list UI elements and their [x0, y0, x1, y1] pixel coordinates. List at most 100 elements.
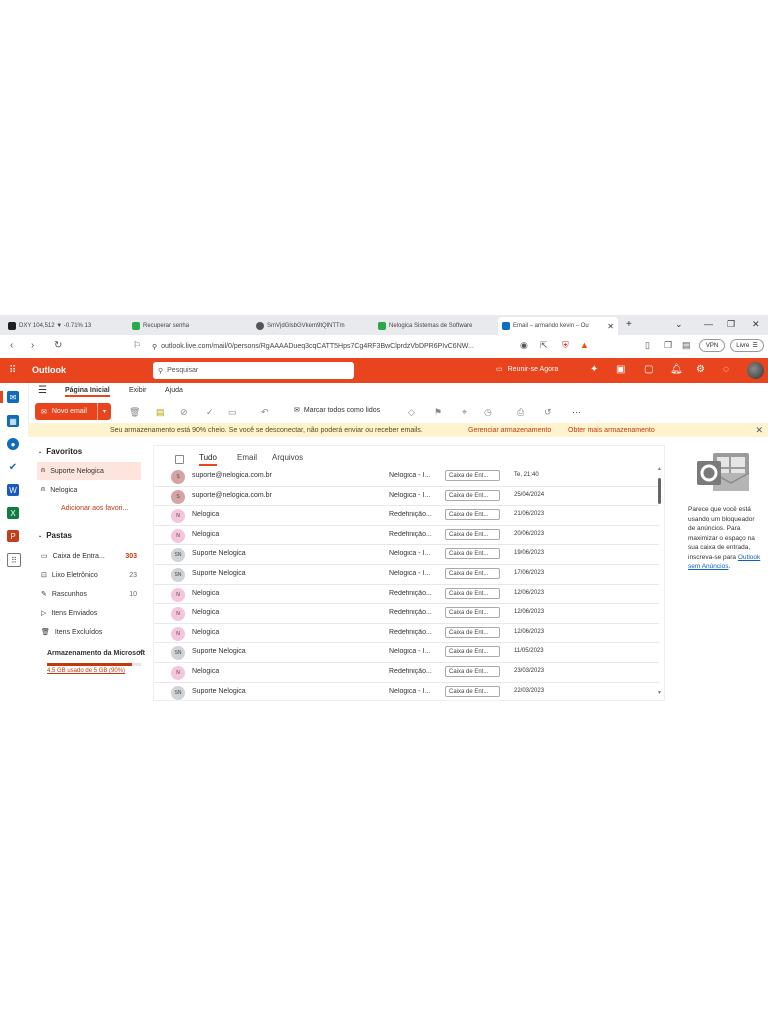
- folder-item-junk[interactable]: ⊡ Lixo Eletrônico 23: [37, 566, 141, 584]
- favorite-item[interactable]: ⍝ Suporte Nelogica: [37, 462, 141, 480]
- folder-item-drafts[interactable]: ✎ Rascunhos 10: [37, 585, 141, 603]
- sweep-icon[interactable]: ✓: [206, 407, 214, 418]
- message-row[interactable]: N Nelogica Redefinição... Caixa de Ent... 21…: [154, 506, 659, 526]
- tab-view[interactable]: Exibir: [129, 387, 147, 394]
- select-all-checkbox[interactable]: [175, 455, 184, 464]
- tab-list-icon[interactable]: ⌄: [675, 319, 683, 330]
- favorite-item[interactable]: ⍝ Nelogica: [37, 481, 141, 499]
- folder-chip[interactable]: Caixa de Ent...: [445, 607, 500, 619]
- vpn-button[interactable]: VPN: [699, 339, 725, 352]
- storage-used-link[interactable]: 4,5 GB usado de 5 GB (90%): [47, 668, 147, 674]
- browser-tab[interactable]: SmVjdGlsbGVkem9tQlNTTm: [252, 317, 370, 335]
- message-row[interactable]: Ssuporte@nelogica.com.br Nelogica - I... C…: [154, 487, 659, 507]
- pin-icon[interactable]: ⌖: [462, 407, 467, 418]
- chevron-down-icon[interactable]: ▾: [97, 403, 111, 420]
- mark-all-read-button[interactable]: ✉ Marcar todos como lidos: [294, 406, 380, 415]
- new-email-button[interactable]: ✉ Novo email ▾: [35, 403, 111, 420]
- folder-chip[interactable]: Caixa de Ent...: [445, 685, 500, 697]
- my-day-icon[interactable]: ▢: [644, 364, 653, 375]
- folder-chip[interactable]: Caixa de Ent...: [445, 568, 500, 579]
- tab-files[interactable]: Arquivos: [272, 453, 303, 462]
- message-row[interactable]: SN Suporte Nelogica Nelogica - I... Caixa d…: [154, 683, 659, 701]
- folder-item-deleted[interactable]: 🗑︎ Itens Excluídos: [37, 623, 141, 641]
- reply-icon[interactable]: ↶: [261, 407, 269, 418]
- shield-icon[interactable]: ⛨: [562, 340, 569, 351]
- folder-chip[interactable]: Caixa de Ent...: [445, 587, 500, 599]
- people-icon[interactable]: ●: [7, 438, 19, 450]
- bell-icon[interactable]: 🔔︎: [670, 364, 683, 375]
- url-field[interactable]: ⚲ outlook.live.com/mail/0/persons/RgAAAA…: [152, 339, 522, 354]
- folder-chip[interactable]: Caixa de Ent...: [445, 666, 500, 677]
- folder-item-sent[interactable]: ▷ Itens Enviados: [37, 604, 141, 622]
- message-row[interactable]: N Nelogica Redefinição... Caixa de Ent... 12…: [154, 624, 659, 644]
- browser-tab[interactable]: Nelogica Sistemas de Software: [374, 317, 494, 335]
- message-row[interactable]: N Nelogica Redefinição... Caixa de Ent... 20…: [154, 526, 659, 546]
- print-icon[interactable]: ⎙: [517, 407, 524, 418]
- tab-home[interactable]: Página Inicial: [65, 387, 110, 397]
- message-row[interactable]: N Nelogica Redefinição... Caixa de Ent... 12…: [154, 585, 659, 605]
- message-row[interactable]: SN Suporte Nelogica Nelogica - I... Caixa d…: [154, 643, 659, 663]
- tab-all[interactable]: Tudo: [199, 453, 217, 466]
- avatar[interactable]: [747, 362, 764, 379]
- manage-storage-link[interactable]: Gerenciar armazenamento: [468, 427, 551, 434]
- report-icon[interactable]: ⊘: [180, 407, 188, 418]
- minimize-icon[interactable]: —: [704, 319, 713, 329]
- onenote-icon[interactable]: ▣: [616, 364, 625, 375]
- folder-chip[interactable]: Caixa de Ent...: [445, 646, 500, 658]
- reload-icon[interactable]: ↻: [54, 340, 62, 351]
- close-tab-icon[interactable]: ✕: [607, 322, 614, 331]
- todo-icon[interactable]: ✔: [7, 461, 19, 473]
- maximize-icon[interactable]: ❐: [727, 319, 735, 330]
- folder-chip[interactable]: Caixa de Ent...: [445, 470, 500, 481]
- bookmark-icon[interactable]: ⚐: [133, 340, 141, 351]
- browser-tab[interactable]: DXY 104,512 ▼ -0.71% 13: [4, 317, 122, 335]
- scroll-up-icon[interactable]: ▲: [657, 466, 662, 472]
- favorites-header[interactable]: ⌄ Favoritos: [38, 447, 82, 456]
- folder-chip[interactable]: Caixa de Ent...: [445, 509, 500, 521]
- move-icon[interactable]: ▭: [228, 407, 237, 418]
- site-info-icon[interactable]: ⚲: [152, 343, 157, 351]
- scrollbar[interactable]: ▲ ▼: [657, 466, 663, 696]
- search-box[interactable]: ⚲ Pesquisar: [153, 362, 354, 379]
- tab-help[interactable]: Ajuda: [165, 387, 183, 394]
- message-row[interactable]: N Nelogica Redefinição... Caixa de Ent... 12…: [154, 604, 659, 624]
- message-row[interactable]: N Nelogica Redefinição... Caixa de Ent... 23…: [154, 663, 659, 683]
- close-icon[interactable]: ✕: [138, 649, 144, 657]
- sidebar-icon[interactable]: ▯: [645, 340, 650, 351]
- gear-icon[interactable]: ⚙: [696, 364, 705, 375]
- scrollbar-thumb[interactable]: [658, 478, 661, 504]
- folder-chip[interactable]: Caixa de Ent...: [445, 548, 500, 560]
- excel-icon[interactable]: X: [7, 507, 19, 519]
- message-row[interactable]: SN Suporte Nelogica Nelogica - I... Caixa d…: [154, 565, 659, 585]
- folder-chip[interactable]: Caixa de Ent...: [445, 626, 500, 638]
- teams-icon[interactable]: ✦: [590, 364, 598, 375]
- brave-rewards-icon[interactable]: ▲: [580, 340, 589, 350]
- message-row[interactable]: Ssuporte@nelogica.com.br Nelogica - I... C…: [154, 467, 659, 487]
- new-tab-button[interactable]: +: [626, 319, 632, 330]
- scroll-down-icon[interactable]: ▼: [657, 690, 662, 696]
- calendar-icon[interactable]: ▦: [7, 415, 19, 427]
- browser-tab-active[interactable]: Email – armando kevin – Ou ✕: [498, 317, 618, 335]
- forward-icon[interactable]: ›: [31, 340, 34, 351]
- delete-icon[interactable]: 🗑︎: [129, 407, 140, 418]
- copy-icon[interactable]: ❐: [664, 340, 672, 351]
- profile-button[interactable]: Livre ☰: [730, 339, 764, 352]
- back-icon[interactable]: ‹: [10, 340, 13, 351]
- tag-icon[interactable]: ◇: [408, 407, 415, 418]
- powerpoint-icon[interactable]: P: [7, 530, 19, 542]
- share-icon[interactable]: ⇱: [540, 340, 548, 351]
- eye-icon[interactable]: ◉: [520, 340, 528, 351]
- tab-email[interactable]: Email: [237, 453, 257, 462]
- snooze-icon[interactable]: ◷: [484, 407, 492, 418]
- reader-icon[interactable]: ▤: [682, 340, 691, 351]
- close-icon[interactable]: ✕: [755, 425, 763, 436]
- flag-icon[interactable]: ⚑: [434, 407, 442, 418]
- folder-chip[interactable]: Caixa de Ent...: [445, 489, 500, 501]
- tips-icon[interactable]: ◌: [723, 364, 729, 375]
- collapse-pane-icon[interactable]: ☰: [38, 385, 47, 396]
- more-button[interactable]: ···: [572, 407, 581, 417]
- close-window-icon[interactable]: ✕: [752, 319, 760, 330]
- get-more-storage-link[interactable]: Obter mais armazenamento: [568, 427, 655, 434]
- word-icon[interactable]: W: [7, 484, 19, 496]
- undo-icon[interactable]: ↺: [544, 407, 552, 418]
